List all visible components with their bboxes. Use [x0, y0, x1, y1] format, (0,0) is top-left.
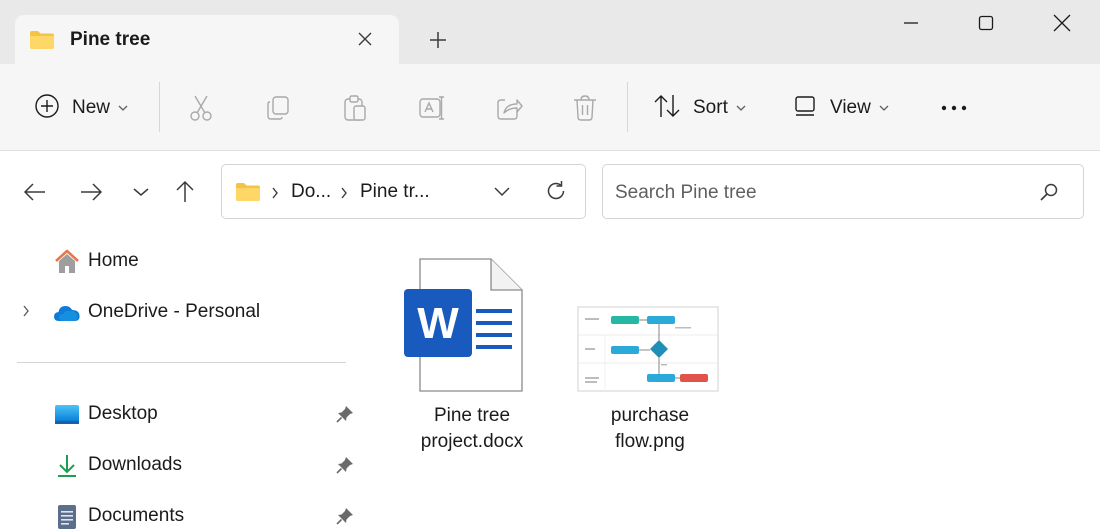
search-input[interactable]: Search Pine tree — [602, 164, 1084, 219]
onedrive-cloud-icon — [53, 300, 81, 326]
chevron-right-icon — [340, 186, 348, 204]
word-document-icon: W — [397, 256, 547, 396]
search-placeholder: Search Pine tree — [615, 182, 757, 203]
copy-icon[interactable] — [265, 92, 291, 124]
sidebar-item-home[interactable]: Home — [0, 241, 360, 281]
sort-button[interactable]: Sort — [653, 92, 746, 124]
paste-icon[interactable] — [342, 92, 368, 124]
delete-icon[interactable] — [572, 92, 598, 124]
file-item-png[interactable]: purchase flow.png — [575, 256, 725, 466]
sidebar-item-downloads[interactable]: Downloads — [0, 445, 360, 485]
folder-icon — [235, 182, 261, 207]
chevron-right-icon[interactable] — [22, 304, 30, 323]
minimize-icon[interactable] — [876, 0, 946, 46]
chevron-down-icon — [118, 99, 128, 117]
breadcrumb-documents[interactable]: Do... — [291, 181, 331, 203]
forward-arrow-icon[interactable] — [77, 178, 105, 206]
cut-icon[interactable] — [188, 92, 214, 124]
add-circle-icon — [34, 93, 60, 124]
sidebar-item-label: OneDrive - Personal — [88, 301, 261, 322]
command-bar: New Sort View — [0, 64, 1100, 151]
share-icon[interactable] — [495, 92, 523, 124]
download-icon — [53, 453, 81, 479]
sort-label: Sort — [693, 97, 728, 118]
pin-icon[interactable] — [335, 404, 355, 429]
folder-icon — [29, 30, 55, 55]
toolbar-divider — [159, 82, 160, 132]
plus-icon[interactable] — [424, 26, 452, 54]
documents-icon — [53, 504, 81, 530]
file-name: Pine tree project.docx — [420, 405, 524, 452]
desktop-icon — [53, 402, 81, 428]
home-icon — [53, 249, 81, 275]
view-icon — [794, 95, 818, 122]
tab-pine-tree[interactable]: Pine tree — [15, 15, 399, 64]
view-label: View — [830, 97, 871, 118]
maximize-icon[interactable] — [951, 0, 1021, 46]
search-icon[interactable] — [1039, 182, 1059, 207]
new-label: New — [72, 97, 111, 118]
sidebar-item-label: Downloads — [88, 454, 182, 475]
sidebar-item-onedrive[interactable]: OneDrive - Personal — [0, 292, 360, 332]
close-icon[interactable] — [1027, 0, 1097, 46]
svg-text:W: W — [417, 299, 459, 348]
toolbar-divider — [627, 82, 628, 132]
chevron-right-icon — [271, 186, 279, 204]
up-arrow-icon[interactable] — [171, 178, 199, 206]
flowchart-image-thumbnail — [575, 256, 725, 396]
rename-icon[interactable] — [418, 92, 446, 124]
pin-icon[interactable] — [335, 455, 355, 480]
breadcrumb-pine-tree[interactable]: Pine tr... — [360, 181, 430, 203]
address-bar[interactable]: Do... Pine tr... — [221, 164, 586, 219]
view-button[interactable]: View — [794, 92, 889, 124]
sidebar-divider — [17, 362, 346, 363]
chevron-down-icon — [879, 99, 889, 117]
refresh-icon[interactable] — [545, 180, 567, 207]
file-name: purchase flow.png — [610, 405, 690, 452]
chevron-down-icon[interactable] — [127, 178, 155, 206]
new-button[interactable]: New — [34, 92, 128, 124]
back-arrow-icon[interactable] — [21, 178, 49, 206]
more-icon[interactable] — [940, 92, 968, 124]
chevron-down-icon[interactable] — [493, 182, 511, 205]
tab-title: Pine tree — [70, 29, 151, 50]
sidebar-item-label: Home — [88, 250, 139, 271]
title-bar: Pine tree — [0, 0, 1100, 64]
close-icon[interactable] — [353, 27, 377, 51]
sidebar-item-documents[interactable]: Documents — [0, 496, 360, 530]
sidebar-item-label: Desktop — [88, 403, 158, 424]
file-item-docx[interactable]: W Pine tree project.docx — [397, 256, 547, 466]
chevron-down-icon — [736, 99, 746, 117]
sort-icon — [653, 93, 681, 124]
pin-icon[interactable] — [335, 506, 355, 530]
sidebar-item-label: Documents — [88, 505, 185, 526]
sidebar-item-desktop[interactable]: Desktop — [0, 394, 360, 434]
